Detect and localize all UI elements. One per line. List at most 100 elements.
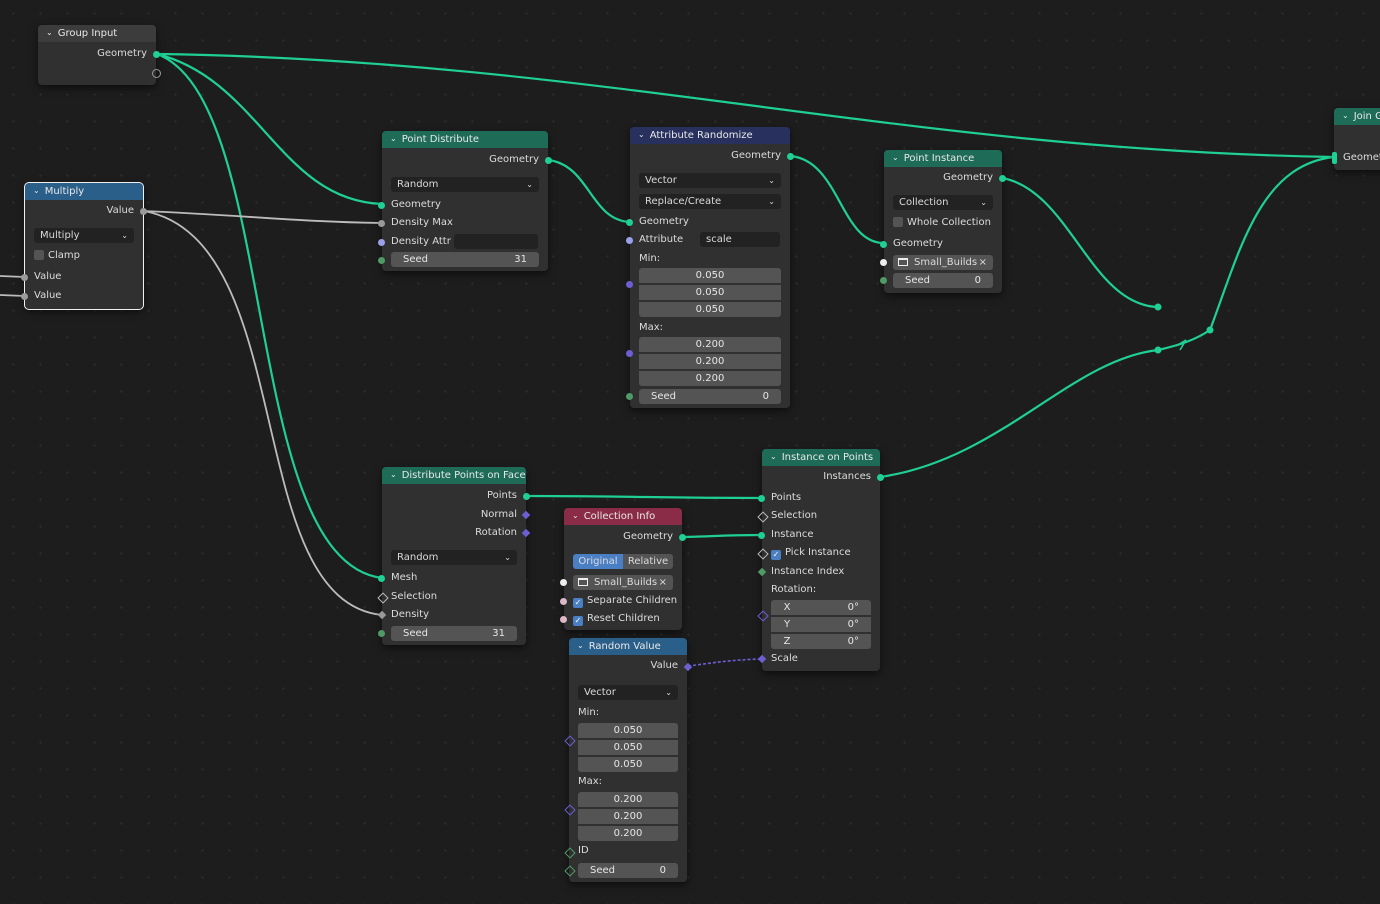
geometry-multi-input-socket[interactable] [1332,152,1337,164]
node-header[interactable]: ⌄ Random Value [569,638,687,655]
node-header[interactable]: ⌄ Multiply [25,183,143,200]
transform-space-toggle[interactable]: Original Relative [573,554,673,569]
chevron-down-icon[interactable]: ⌄ [572,508,579,524]
chevron-down-icon[interactable]: ⌄ [390,467,397,483]
reset-children-socket[interactable] [560,616,567,623]
min-x-field[interactable]: 0.050 [578,723,678,738]
max-z-field[interactable]: 0.200 [578,826,678,841]
density-attr-socket[interactable] [378,239,385,246]
point-instance-node[interactable]: ⌄ Point Instance Geometry Collection ⌄ Who… [880,150,1006,293]
distribute-points-node[interactable]: ⌄ Distribute Points on Faces Points Norma… [377,467,531,645]
node-header[interactable]: ⌄ Point Instance [884,150,1002,167]
geometry-input-socket[interactable] [378,202,385,209]
chevron-down-icon[interactable]: ⌄ [46,25,53,41]
attribute-randomize-node[interactable]: ⌄ Attribute Randomize Geometry Vector ⌄ Re… [626,127,794,408]
min-socket[interactable] [564,735,576,747]
min-y-field[interactable]: 0.050 [639,285,781,300]
rotation-y-field[interactable]: Y 0° [771,617,871,632]
pick-instance-socket[interactable] [757,548,769,560]
node-header[interactable]: ⌄ Distribute Points on Faces [382,467,526,484]
node-header[interactable]: ⌄ Attribute Randomize [630,127,790,144]
rotation-output-socket[interactable] [521,528,531,538]
geometry-output-socket[interactable] [153,51,160,58]
chevron-down-icon[interactable]: ⌄ [390,131,397,147]
min-y-field[interactable]: 0.050 [578,740,678,755]
operation-dropdown[interactable]: Replace/Create ⌄ [639,194,781,209]
rotation-socket[interactable] [757,610,769,622]
seed-socket[interactable] [378,257,385,264]
operation-dropdown[interactable]: Multiply ⌄ [34,228,134,243]
close-icon[interactable]: × [659,575,667,590]
chevron-down-icon[interactable]: ⌄ [638,127,645,143]
chevron-down-icon[interactable]: ⌄ [33,183,40,199]
seed-field[interactable]: Seed 0 [639,389,781,404]
max-y-field[interactable]: 0.200 [578,809,678,824]
max-socket[interactable] [564,804,576,816]
selection-socket[interactable] [757,511,769,523]
collection-info-node[interactable]: ⌄ Collection Info Geometry Original Relat… [560,508,686,630]
multiply-node[interactable]: ⌄ Multiply Value Multiply ⌄ Clamp Value Va… [21,182,147,310]
density-max-socket[interactable] [378,220,385,227]
reset-children-checkbox[interactable]: ✓ Reset Children [573,612,673,626]
type-dropdown[interactable]: Vector ⌄ [578,685,678,700]
join-geometry-node[interactable]: ⌄ Join G Geomet [1332,108,1380,170]
normal-output-socket[interactable] [521,510,531,520]
value-input-socket[interactable] [21,293,28,300]
clamp-checkbox[interactable]: Clamp [34,249,134,263]
density-attr-input[interactable] [454,234,538,249]
node-header[interactable]: ⌄ Join G [1334,108,1380,125]
collection-socket[interactable] [880,259,887,266]
min-z-field[interactable]: 0.050 [578,757,678,772]
chevron-down-icon[interactable]: ⌄ [1342,108,1349,124]
close-icon[interactable]: × [979,255,987,270]
seed-field[interactable]: Seed 0 [578,863,678,878]
node-header[interactable]: ⌄ Group Input [38,25,156,42]
collection-field[interactable]: Small_Builds × [573,575,673,590]
attribute-name-input[interactable]: scale [700,232,780,247]
max-z-field[interactable]: 0.200 [639,371,781,386]
id-socket[interactable] [564,847,576,859]
points-input-socket[interactable] [758,495,765,502]
geometry-output-socket[interactable] [679,534,686,541]
seed-field[interactable]: Seed 31 [391,252,539,267]
selection-socket[interactable] [377,592,389,604]
node-header[interactable]: ⌄ Instance on Points [762,449,880,466]
separate-children-checkbox[interactable]: ✓ Separate Children [573,594,677,608]
separate-children-socket[interactable] [560,598,567,605]
empty-output-socket[interactable] [152,69,161,78]
seed-socket[interactable] [378,630,385,637]
geometry-input-socket[interactable] [626,219,633,226]
mode-dropdown[interactable]: Random ⌄ [391,177,539,192]
random-value-node[interactable]: ⌄ Random Value Value Vector ⌄ Min: 0.050 0… [564,638,693,882]
max-socket[interactable] [626,350,633,357]
point-distribute-node[interactable]: ⌄ Point Distribute Geometry Random ⌄ Geome… [378,131,552,271]
seed-socket[interactable] [880,277,887,284]
chevron-down-icon[interactable]: ⌄ [770,449,777,465]
instance-index-socket[interactable] [757,567,767,577]
value-output-socket[interactable] [140,208,147,215]
instance-on-points-node[interactable]: ⌄ Instance on Points Instances Points Sel… [757,449,884,671]
geometry-input-socket[interactable] [880,241,887,248]
points-output-socket[interactable] [523,493,530,500]
rotation-z-field[interactable]: Z 0° [771,634,871,649]
geometry-output-socket[interactable] [545,157,552,164]
value-output-socket[interactable] [683,662,693,672]
value-input-socket[interactable] [21,274,28,281]
mode-dropdown[interactable]: Random ⌄ [391,550,517,565]
relative-option[interactable]: Relative [623,554,673,569]
min-z-field[interactable]: 0.050 [639,302,781,317]
whole-collection-checkbox[interactable]: Whole Collection [893,216,993,230]
max-x-field[interactable]: 0.200 [639,337,781,352]
type-dropdown[interactable]: Vector ⌄ [639,173,781,188]
attribute-socket[interactable] [626,237,633,244]
geometry-output-socket[interactable] [999,175,1006,182]
mesh-input-socket[interactable] [378,575,385,582]
seed-socket[interactable] [626,393,633,400]
collection-field[interactable]: Small_Builds × [893,255,993,270]
node-header[interactable]: ⌄ Point Distribute [382,131,548,148]
collection-socket[interactable] [560,579,567,586]
rotation-x-field[interactable]: X 0° [771,600,871,615]
geometry-output-socket[interactable] [787,153,794,160]
mode-dropdown[interactable]: Collection ⌄ [893,195,993,210]
scale-socket[interactable] [757,654,767,664]
